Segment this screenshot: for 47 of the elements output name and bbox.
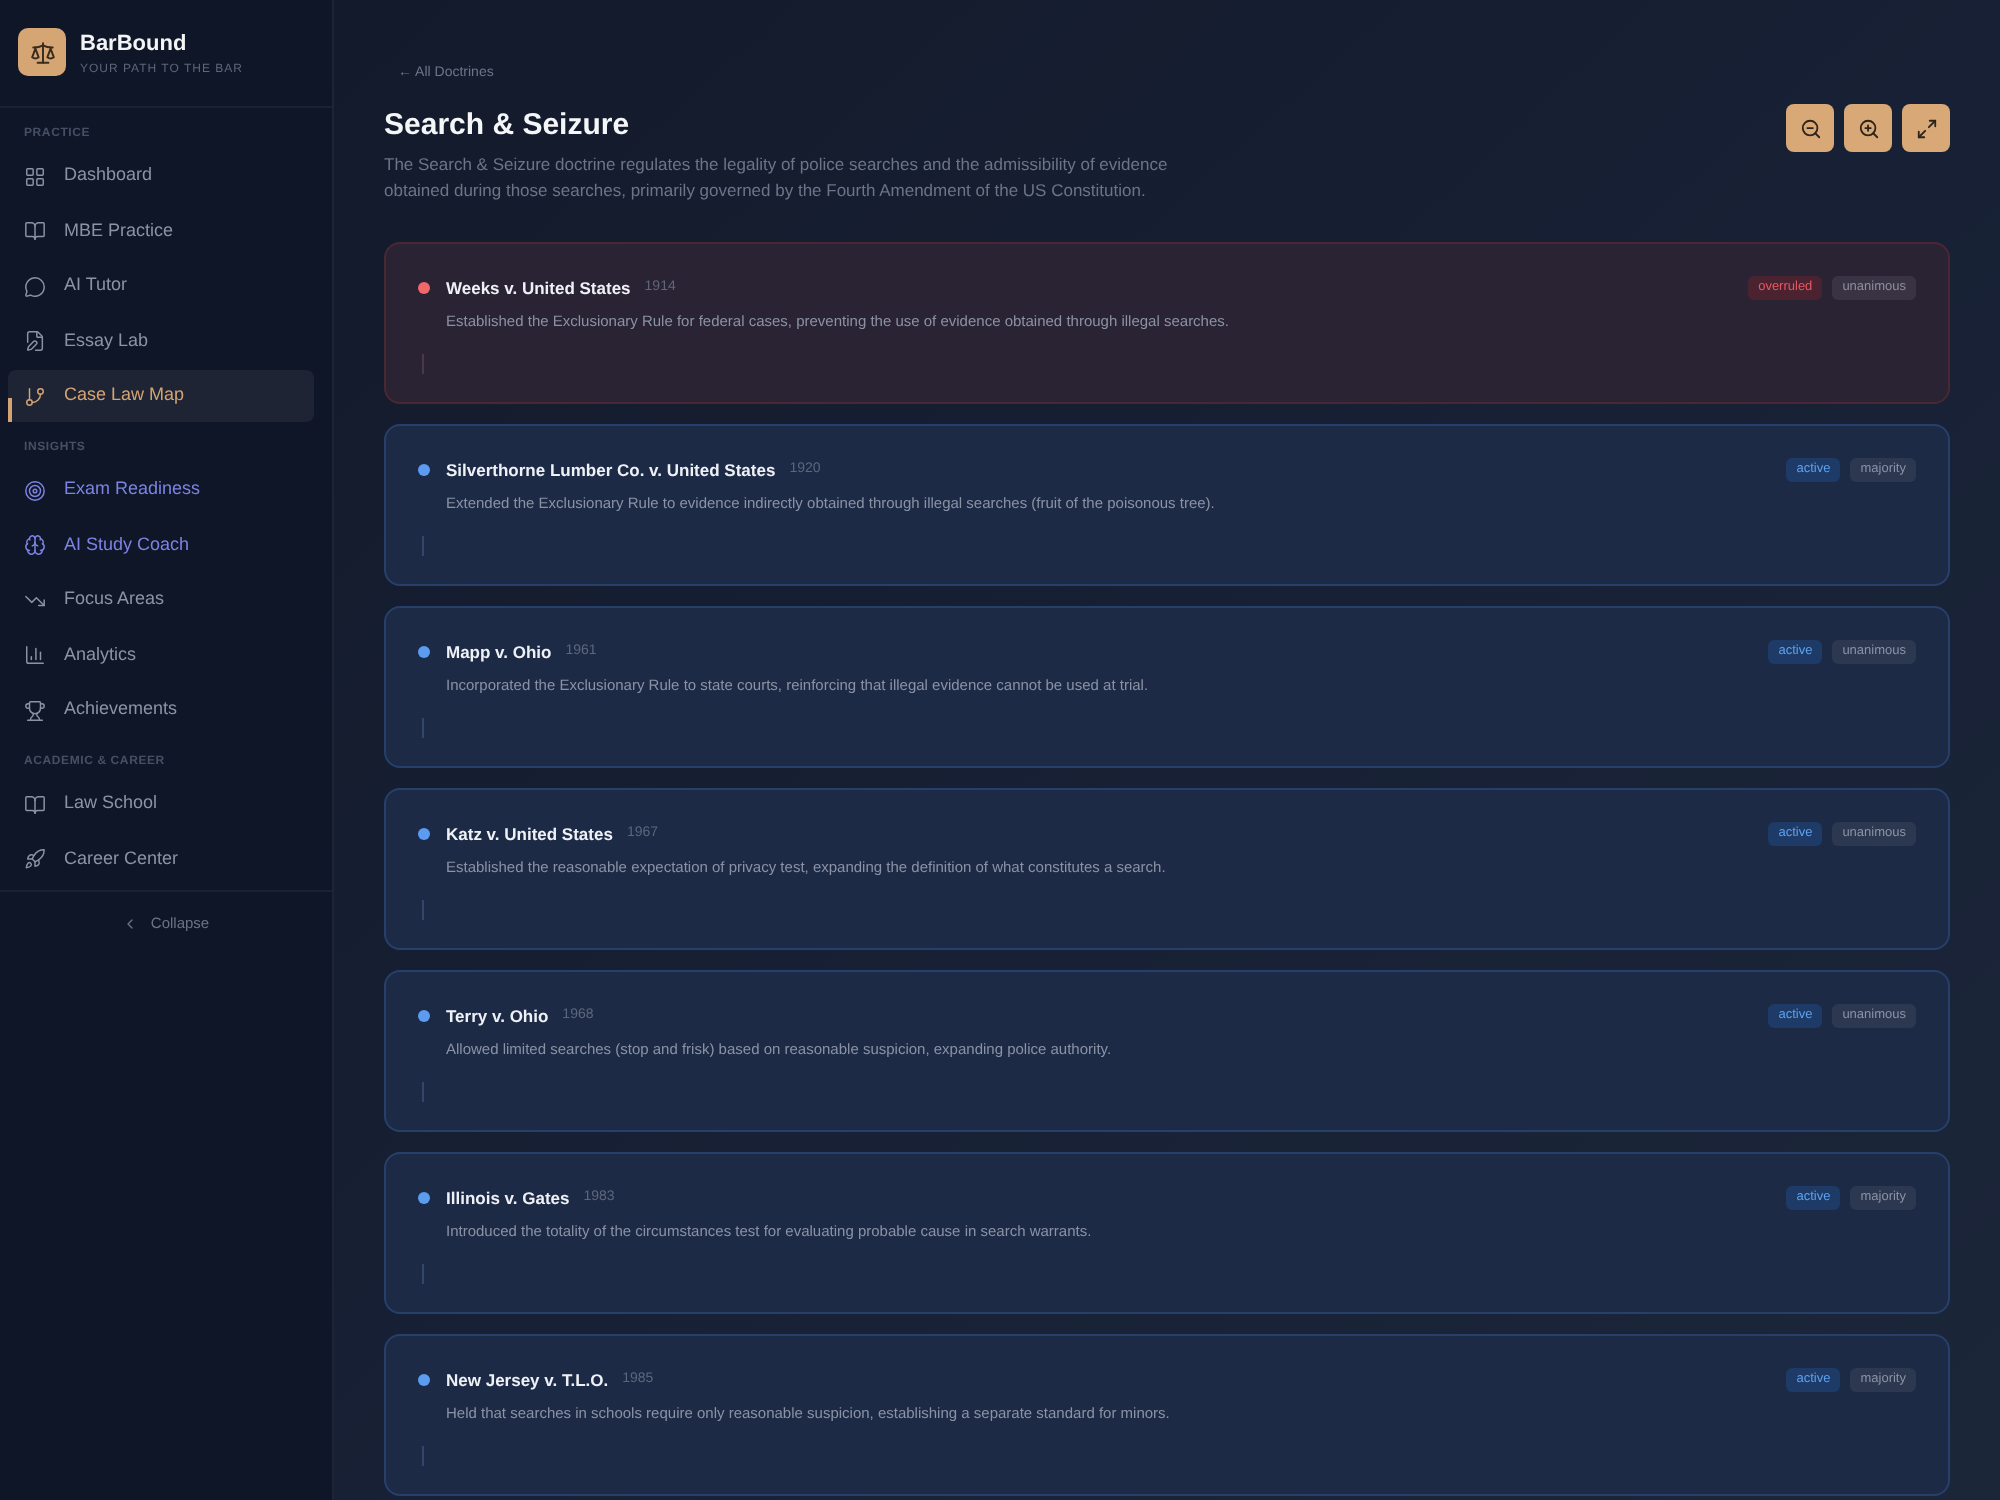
timeline-line [422,1082,424,1102]
chat-bubble-icon [24,275,46,297]
zoom-in-button[interactable] [1844,104,1892,152]
case-name: Terry v. Ohio [446,1003,549,1029]
branch-icon [24,385,46,407]
open-book-icon [24,220,46,242]
bar-chart-icon [24,644,46,666]
brain-icon [24,534,46,556]
timeline-line [422,718,424,738]
page-title: Search & Seizure [384,106,632,146]
sidebar-item[interactable]: Essay Lab [8,315,314,367]
grid-icon [24,165,46,187]
trophy-icon [24,699,46,721]
case-name: Katz v. United States [446,821,613,847]
case-name: Illinois v. Gates [446,1185,570,1211]
page-description: The Search & Seizure doctrine regulates the legality of police searches and the admissibility of evidence obtained during those searches, primarily governed by the Fourth Amendment of the US Constitution. [384,152,1170,204]
sidebar-item[interactable]: AI Study Coach [8,519,314,571]
case-name: Silverthorne Lumber Co. v. United States [446,457,776,483]
sidebar-item[interactable]: Dashboard [8,150,314,202]
timeline-line [422,1264,424,1284]
sidebar-item[interactable]: Exam Readiness [8,464,314,516]
case-name: New Jersey v. T.L.O. [446,1367,609,1393]
brand-name: BarBound [80,30,189,58]
case-name: Mapp v. Ohio [446,639,552,665]
zoom-out-button[interactable] [1786,104,1834,152]
case-name: Weeks v. United States [446,275,631,301]
sidebar-item[interactable]: Achievements [8,684,314,736]
zoom-out-icon [1799,117,1821,139]
sidebar-item[interactable]: Career Center [8,833,314,885]
fullscreen-button[interactable] [1902,104,1950,152]
sidebar-item[interactable]: Law School [8,778,314,830]
sidebar-item[interactable]: Analytics [8,629,314,681]
sidebar-item[interactable]: Focus Areas [8,574,314,626]
sidebar-item[interactable]: AI Tutor [8,260,314,312]
timeline-line [422,900,424,920]
expand-icon [1915,117,1937,139]
open-book-icon [24,793,46,815]
sidebar-item[interactable]: MBE Practice [8,205,314,257]
zoom-in-icon [1857,117,1879,139]
timeline-line [422,536,424,556]
rocket-icon [24,848,46,870]
sidebar-item[interactable]: Case Law Map [8,370,314,422]
scale-logo-icon [18,28,66,76]
target-icon [24,479,46,501]
timeline-line [422,1446,424,1466]
file-pen-icon [24,330,46,352]
timeline-line [422,354,424,374]
